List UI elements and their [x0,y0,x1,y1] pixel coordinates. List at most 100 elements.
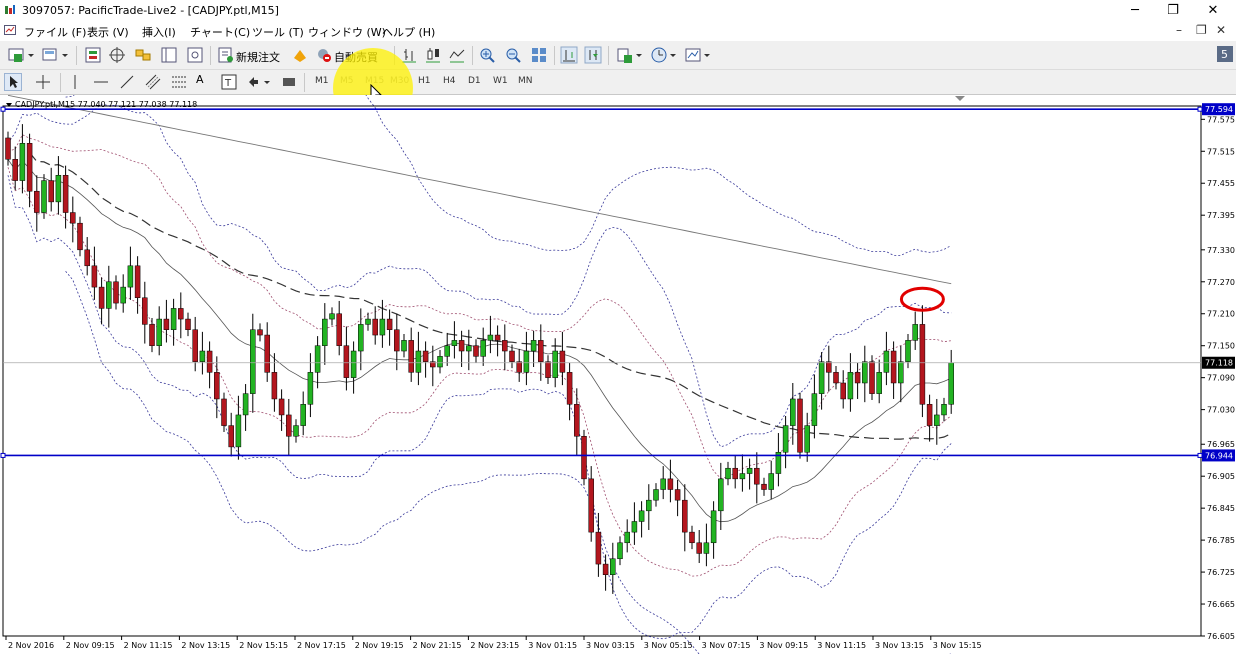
bullish-candle [818,361,825,394]
menu-window[interactable]: ウィンドウ (W) [308,24,386,40]
chart-window-icon[interactable] [4,24,16,36]
vertical-line-icon[interactable] [66,73,84,91]
text-tool-icon[interactable]: A [196,73,204,91]
zoom-out-icon[interactable] [504,46,522,64]
bearish-candle [674,489,681,501]
bearish-candle [602,563,609,575]
time-label: 2 Nov 11:15 [124,641,173,650]
resistance-line-label: 77.594 [1205,105,1233,114]
bullish-candle [905,340,911,362]
data-window-icon[interactable] [108,46,126,64]
symbol-ohlc-label: CADJPY.ptl,M15 77.040 77.121 77.038 77.1… [6,100,197,109]
bullish-candle [610,558,616,575]
crosshair-icon[interactable] [34,73,52,91]
bearish-candle [26,143,33,192]
auto-trading-button[interactable]: 自動売買 [316,46,388,64]
support-line-handle [0,452,6,458]
profiles-icon[interactable] [42,46,72,64]
chart-window[interactable]: 77.594 76.944 77.118 77.575 77.515 77.455 77.… [0,95,1236,654]
new-chart-icon[interactable] [8,46,38,64]
time-label: 2 Nov 2016 [8,641,54,650]
bullish-candle [646,499,652,512]
bullish-candle [530,340,537,352]
bullish-candle [631,521,638,533]
bearish-candle [386,318,393,330]
menu-insert[interactable]: 挿入(I) [142,24,176,40]
bearish-candle [574,404,580,437]
bullish-candle [19,143,26,181]
symbol-dropdown-icon[interactable] [6,102,12,107]
auto-scroll-icon[interactable] [560,46,578,64]
standard-toolbar: 新規注文 自動売買 5 [0,42,1236,108]
trendline-icon[interactable] [118,73,136,91]
templates-icon[interactable] [684,46,714,64]
bearish-candle [394,329,400,352]
terminal-icon[interactable] [160,46,178,64]
price-label: 76.965 [1207,440,1235,449]
bullish-candle [437,356,443,368]
mql5-community-icon[interactable]: 5 [1216,45,1234,63]
menu-tools[interactable]: ツール (T) [252,24,304,40]
bearish-candle [689,531,695,544]
fibonacci-icon[interactable] [170,73,188,91]
price-label: 77.515 [1207,147,1235,156]
bearish-candle [372,318,378,336]
bearish-candle [91,265,98,288]
bearish-candle [667,478,674,490]
metaeditor-icon[interactable] [291,46,309,64]
indicators-icon[interactable] [616,46,646,64]
market-watch-icon[interactable] [84,46,102,64]
line-chart-icon[interactable] [448,46,466,64]
bullish-candle [912,324,918,341]
timeframe-m1[interactable]: M1 [315,76,329,86]
menu-help[interactable]: ヘルプ (H) [382,24,435,40]
bullish-candle [41,180,47,213]
timeframe-d1[interactable]: D1 [468,76,481,86]
bearish-candle [221,398,227,426]
zoom-in-icon[interactable] [478,46,496,64]
timeframe-w1[interactable]: W1 [493,76,508,86]
bearish-candle [48,180,54,203]
bullish-candle [120,286,126,304]
strategy-tester-icon[interactable] [186,46,204,64]
bearish-candle [516,361,522,373]
text-label-icon[interactable]: T [220,73,238,91]
price-label: 77.270 [1207,278,1235,287]
bearish-candle [473,345,479,357]
tile-windows-icon[interactable] [530,46,548,64]
price-chart[interactable]: 77.59476.94477.118 77.57577.51577.45577.… [0,95,1236,654]
menu-chart[interactable]: チャート(C) [190,24,250,40]
menu-view[interactable]: 表示 (V) [87,24,129,40]
mdi-restore-button[interactable]: ❐ [1196,23,1207,37]
bullish-candle [480,340,486,357]
bullish-candle [739,473,746,480]
bearish-candle [70,212,76,224]
bearish-candle [271,372,278,400]
bullish-candle [170,308,177,330]
periodicity-icon[interactable] [650,46,680,64]
menu-file[interactable]: ファイル (F) [24,24,86,40]
timeframe-m5[interactable]: M5 [340,76,354,86]
navigator-icon[interactable] [134,46,152,64]
equidistant-channel-icon[interactable] [144,73,162,91]
candlestick-icon[interactable] [424,46,442,64]
timeframe-mn[interactable]: MN [518,76,533,86]
timeframe-m30[interactable]: M30 [390,76,409,86]
bullish-candle [293,425,299,437]
rectangle-icon[interactable] [280,73,298,91]
bearish-candle [545,361,551,378]
timeframe-m15[interactable]: M15 [365,76,384,86]
time-label: 3 Nov 09:15 [759,641,808,650]
horizontal-line-icon[interactable] [92,73,110,91]
chart-shift-icon[interactable] [584,46,602,64]
arrows-icon[interactable] [246,73,274,91]
new-order-button[interactable]: 新規注文 [218,46,302,64]
close-button[interactable]: ✕ [1190,0,1236,21]
timeframe-h4[interactable]: H4 [443,76,456,86]
bar-chart-icon[interactable] [400,46,418,64]
mdi-minimize-button[interactable]: – [1176,23,1182,37]
timeframe-h1[interactable]: H1 [418,76,431,86]
bearish-candle [502,340,508,352]
cursor-icon[interactable] [4,73,22,91]
mdi-close-button[interactable]: ✕ [1216,23,1226,37]
